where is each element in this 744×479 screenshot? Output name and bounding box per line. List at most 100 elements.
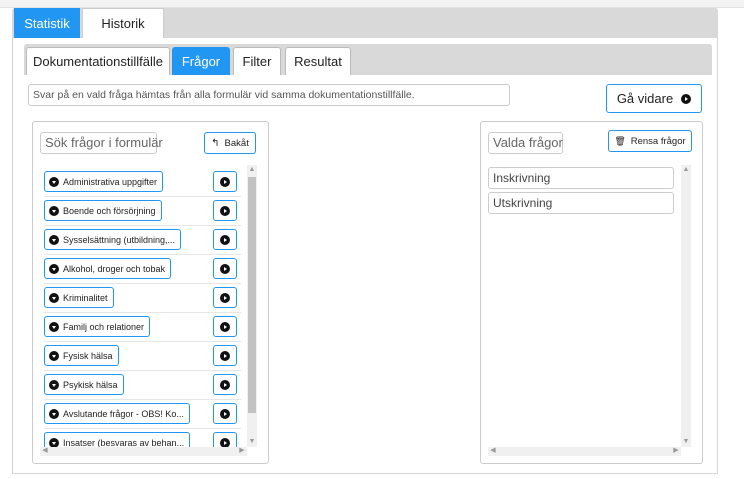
list-item: Boende och försörjning xyxy=(40,198,245,223)
add-question-button[interactable] xyxy=(213,374,237,395)
divider xyxy=(44,283,241,284)
arrow-circle-right-icon xyxy=(220,263,230,274)
arrow-circle-right-icon xyxy=(220,437,230,448)
browser-top-strip xyxy=(0,0,744,8)
question-label: Familj och relationer xyxy=(63,321,145,332)
tab-filter[interactable]: Filter xyxy=(233,47,281,75)
selected-list-scrollbar[interactable]: ▲ ▼ xyxy=(681,165,691,447)
outer-tab-bar: Statistik Historik xyxy=(12,8,718,38)
back-button[interactable]: ↰ Bakåt xyxy=(204,132,256,154)
tab-historik[interactable]: Historik xyxy=(82,8,164,38)
arrow-circle-right-icon xyxy=(220,176,230,187)
question-label: Kriminalitet xyxy=(63,292,108,303)
arrow-circle-down-icon xyxy=(49,263,59,274)
scroll-left-icon[interactable]: ◀ xyxy=(40,446,50,456)
question-button[interactable]: Avslutande frågor - OBS! Ko... xyxy=(44,403,190,424)
tab-fragor[interactable]: Frågor xyxy=(172,47,230,75)
divider xyxy=(44,341,241,342)
arrow-circle-down-icon xyxy=(49,321,59,332)
arrow-circle-down-icon xyxy=(49,176,59,187)
arrow-circle-right-icon xyxy=(220,379,230,390)
question-button[interactable]: Sysselsättning (utbildning,... xyxy=(44,229,182,250)
arrow-circle-down-icon xyxy=(49,234,59,245)
question-label: Psykisk hälsa xyxy=(63,379,118,390)
arrow-circle-right-icon xyxy=(220,408,230,419)
divider xyxy=(44,370,241,371)
arrow-circle-right-icon xyxy=(220,350,230,361)
arrow-circle-right-icon xyxy=(220,205,230,216)
question-search-title: Sök frågor i formulär xyxy=(40,132,163,154)
list-item: Alkohol, droger och tobak xyxy=(40,256,245,281)
selected-list-hscrollbar[interactable]: ◀ ▶ xyxy=(488,447,681,456)
scroll-left-icon[interactable]: ◀ xyxy=(488,446,498,456)
inner-tab-bar: Dokumentationstillfälle Frågor Filter Re… xyxy=(24,44,712,75)
clear-questions-button[interactable]: 🗑 Rensa frågor xyxy=(608,130,692,152)
trash-icon: 🗑 xyxy=(614,135,626,146)
info-text: Svar på en vald fråga hämtas från alla f… xyxy=(28,84,510,106)
tab-resultat[interactable]: Resultat xyxy=(285,47,351,75)
arrow-circle-down-icon xyxy=(49,379,59,390)
back-label: Bakåt xyxy=(224,137,249,149)
question-label: Sysselsättning (utbildning,... xyxy=(63,234,176,245)
question-button[interactable]: Alkohol, droger och tobak xyxy=(44,258,172,279)
divider xyxy=(44,399,241,400)
add-question-button[interactable] xyxy=(213,200,237,221)
divider xyxy=(44,312,241,313)
question-label: Fysisk hälsa xyxy=(63,350,113,361)
list-item: Administrativa uppgifter xyxy=(40,169,245,194)
list-item: Fysisk hälsa xyxy=(40,343,245,368)
ga-vidare-button[interactable]: Gå vidare xyxy=(606,84,702,113)
question-button[interactable]: Administrativa uppgifter xyxy=(44,171,164,192)
scroll-thumb[interactable] xyxy=(248,177,256,413)
question-list: Administrativa uppgifter Boende och förs… xyxy=(40,165,245,455)
list-item: Kriminalitet xyxy=(40,285,245,310)
scroll-right-icon[interactable]: ▶ xyxy=(237,446,247,456)
question-label: Administrativa uppgifter xyxy=(63,176,158,187)
add-question-button[interactable] xyxy=(213,229,237,250)
question-label: Boende och försörjning xyxy=(63,205,156,216)
question-list-scrollbar[interactable]: ▲ ▼ xyxy=(247,165,257,447)
scroll-down-icon[interactable]: ▼ xyxy=(247,437,257,447)
arrow-circle-right-icon xyxy=(220,292,230,303)
tab-statistik[interactable]: Statistik xyxy=(14,8,80,38)
arrow-circle-right-icon xyxy=(220,234,230,245)
question-label: Insatser (besvaras av behan... xyxy=(63,437,185,448)
question-button[interactable]: Psykisk hälsa xyxy=(44,374,124,395)
clear-questions-label: Rensa frågor xyxy=(630,135,686,147)
question-label: Avslutande frågor - OBS! Ko... xyxy=(63,408,184,419)
add-question-button[interactable] xyxy=(213,403,237,424)
arrow-circle-down-icon xyxy=(49,350,59,361)
scroll-up-icon[interactable]: ▲ xyxy=(247,165,257,175)
add-question-button[interactable] xyxy=(213,287,237,308)
arrow-circle-right-icon xyxy=(220,321,230,332)
divider xyxy=(44,225,241,226)
question-button[interactable]: Fysisk hälsa xyxy=(44,345,119,366)
divider xyxy=(44,428,241,429)
scroll-up-icon[interactable]: ▲ xyxy=(681,165,691,175)
ga-vidare-label: Gå vidare xyxy=(616,91,674,106)
list-item: Psykisk hälsa xyxy=(40,372,245,397)
question-button[interactable]: Boende och försörjning xyxy=(44,200,162,221)
tab-dokumentationstillfalle[interactable]: Dokumentationstillfälle xyxy=(26,47,170,75)
question-list-hscrollbar[interactable]: ◀ ▶ xyxy=(40,447,247,456)
selected-item-inskrivning[interactable]: Inskrivning xyxy=(488,167,674,189)
add-question-button[interactable] xyxy=(213,258,237,279)
question-button[interactable]: Kriminalitet xyxy=(44,287,114,308)
question-button[interactable]: Familj och relationer xyxy=(44,316,151,337)
scroll-right-icon[interactable]: ▶ xyxy=(671,446,681,456)
divider xyxy=(44,196,241,197)
list-item: Avslutande frågor - OBS! Ko... xyxy=(40,401,245,426)
reply-arrow-icon: ↰ xyxy=(211,137,220,149)
arrow-circle-right-icon xyxy=(681,93,692,104)
selected-item-utskrivning[interactable]: Utskrivning xyxy=(488,192,674,214)
add-question-button[interactable] xyxy=(213,345,237,366)
divider xyxy=(44,254,241,255)
arrow-circle-down-icon xyxy=(49,408,59,419)
arrow-circle-down-icon xyxy=(49,205,59,216)
arrow-circle-down-icon xyxy=(49,292,59,303)
add-question-button[interactable] xyxy=(213,316,237,337)
scroll-down-icon[interactable]: ▼ xyxy=(681,437,691,447)
selected-questions-title: Valda frågor xyxy=(488,132,563,154)
add-question-button[interactable] xyxy=(213,171,237,192)
list-item: Sysselsättning (utbildning,... xyxy=(40,227,245,252)
